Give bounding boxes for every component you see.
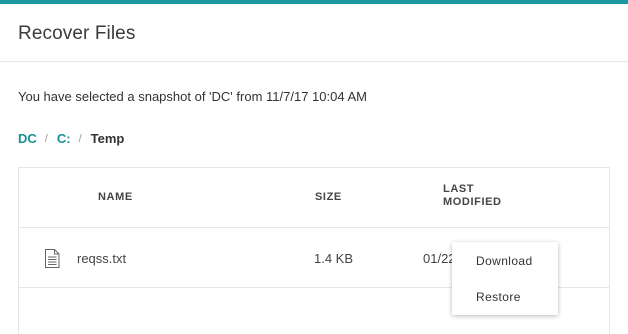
restore-menu-item[interactable]: Restore <box>476 290 521 304</box>
breadcrumb-item-c-drive[interactable]: C: <box>57 131 71 146</box>
column-header-name[interactable]: NAME <box>98 191 133 204</box>
column-header-last-modified[interactable]: LAST MODIFIED <box>443 183 502 209</box>
table-header: NAME SIZE LAST MODIFIED <box>19 168 609 228</box>
document-icon <box>45 249 60 268</box>
breadcrumb-current-temp: Temp <box>90 131 125 146</box>
breadcrumb-separator: / <box>44 132 48 145</box>
breadcrumb: DC / C: / Temp <box>18 131 124 146</box>
recover-files-page: Recover Files You have selected a snapsh… <box>0 0 628 334</box>
page-title: Recover Files <box>18 23 136 44</box>
file-last-modified: 01/22 <box>423 251 456 266</box>
file-context-menu: Download Restore <box>452 242 558 315</box>
breadcrumb-separator: / <box>78 132 82 145</box>
page-header: Recover Files <box>0 4 628 62</box>
snapshot-info-text: You have selected a snapshot of 'DC' fro… <box>18 89 367 104</box>
file-name[interactable]: reqss.txt <box>77 251 126 266</box>
download-menu-item[interactable]: Download <box>476 254 533 268</box>
column-header-last-modified-line2: MODIFIED <box>443 196 502 208</box>
column-header-last-modified-line1: LAST <box>443 183 475 195</box>
breadcrumb-item-dc[interactable]: DC <box>18 131 37 146</box>
column-header-size[interactable]: SIZE <box>315 191 342 204</box>
file-size: 1.4 KB <box>314 251 354 266</box>
